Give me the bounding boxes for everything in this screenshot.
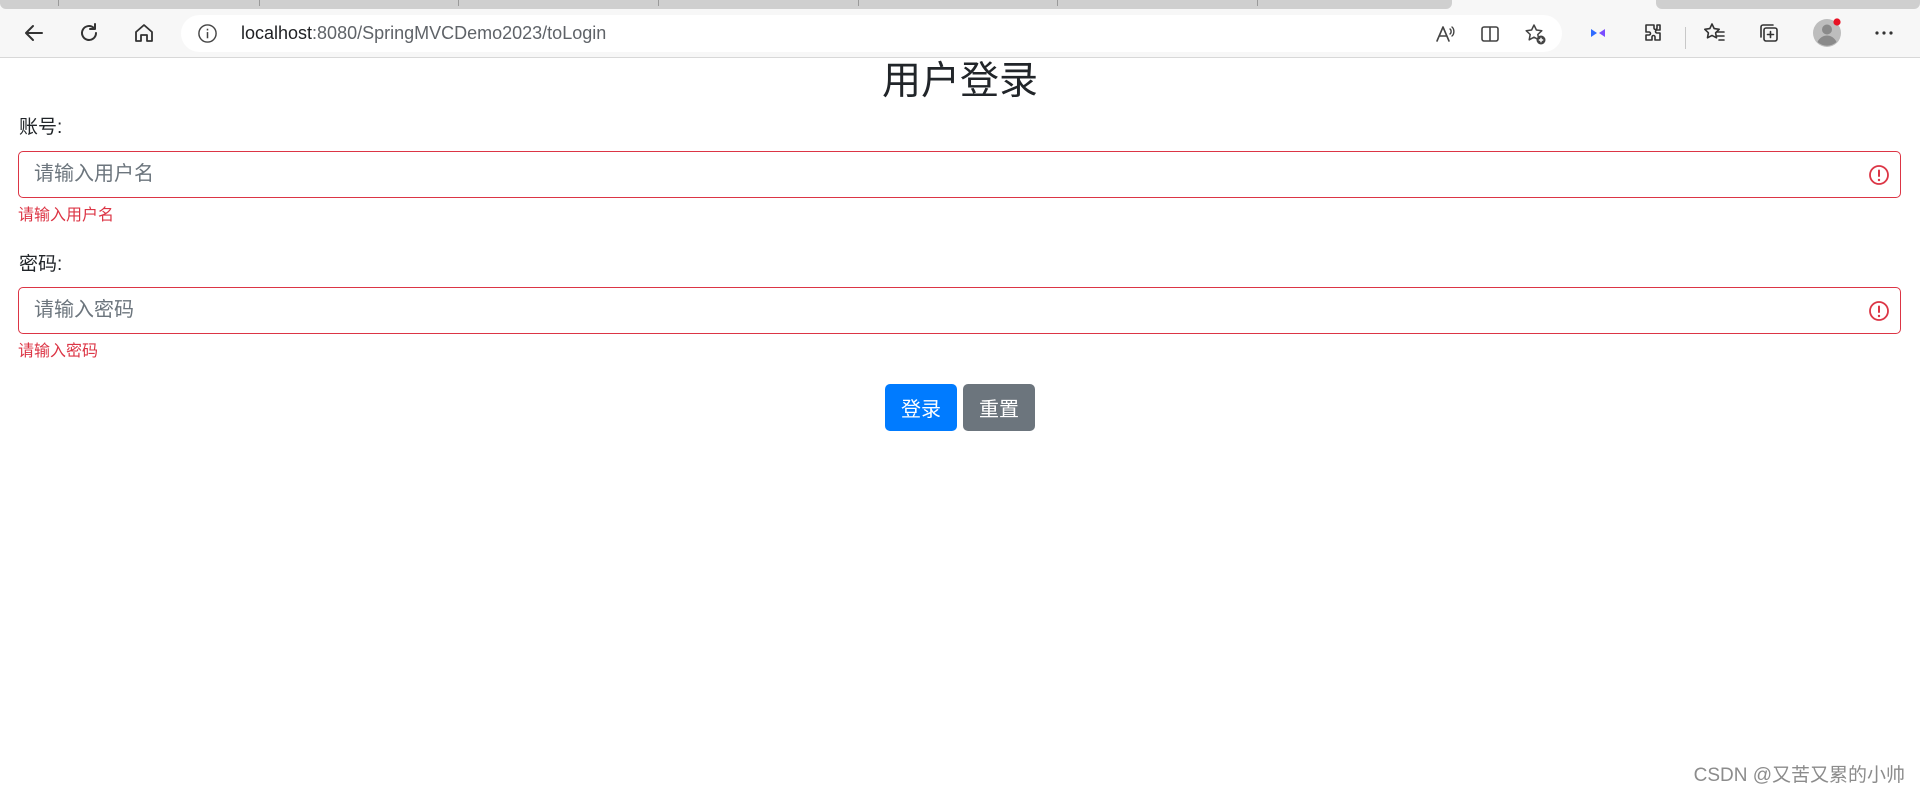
tab-separator	[858, 0, 859, 6]
password-field[interactable]	[18, 287, 1901, 334]
tab-separator	[1057, 0, 1058, 6]
username-input[interactable]	[19, 152, 1854, 197]
page-title: 用户登录	[881, 60, 1038, 103]
back-icon	[25, 25, 43, 41]
site-info-icon[interactable]	[197, 23, 218, 44]
tab-separator	[1257, 0, 1258, 6]
read-aloud-icon	[1436, 26, 1455, 42]
username-label: 账号:	[19, 117, 63, 138]
favorites-icon	[1704, 23, 1725, 41]
collections-button[interactable]	[1751, 15, 1787, 51]
invalid-icon	[1869, 165, 1889, 185]
address-bar[interactable]: localhost:8080/SpringMVCDemo2023/toLogin	[181, 15, 1562, 52]
refresh-icon	[81, 23, 97, 41]
profile-button[interactable]	[1809, 15, 1845, 51]
login-page: 用户登录 账号: 请输入用户名 密码: 请输入密码 登录 重置 CSDN @又苦…	[0, 58, 1920, 797]
url-host: localhost	[241, 23, 313, 43]
back-button[interactable]	[16, 15, 52, 51]
add-favorite-icon	[1525, 24, 1546, 45]
more-button[interactable]	[1866, 15, 1902, 51]
password-input[interactable]	[19, 288, 1854, 333]
extension-colored-button[interactable]	[1580, 15, 1616, 51]
username-field[interactable]	[18, 151, 1901, 198]
username-error: 请输入用户名	[18, 207, 115, 224]
reset-button[interactable]: 重置	[963, 384, 1035, 431]
split-screen-icon	[1481, 26, 1499, 42]
watermark: CSDN @又苦又累的小帅	[1693, 765, 1905, 786]
home-button[interactable]	[126, 15, 162, 51]
tab-separator	[658, 0, 659, 6]
favorites-button[interactable]	[1696, 15, 1732, 51]
login-button[interactable]: 登录	[885, 384, 957, 431]
extensions-icon	[1645, 24, 1661, 41]
toolbar-divider	[1685, 27, 1686, 49]
tab-separator	[458, 0, 459, 6]
split-screen-button[interactable]	[1478, 22, 1502, 46]
invalid-icon	[1869, 301, 1889, 321]
read-aloud-button[interactable]	[1433, 22, 1457, 46]
password-label: 密码:	[19, 254, 63, 275]
tab-separator	[58, 0, 59, 6]
profile-icon	[1813, 18, 1841, 47]
tab-strip	[0, 0, 1920, 9]
tab-right[interactable]	[1656, 0, 1920, 9]
more-icon	[1875, 31, 1893, 35]
add-favorite-button[interactable]	[1523, 22, 1547, 46]
tab-separator	[259, 0, 260, 6]
refresh-button[interactable]	[71, 15, 107, 51]
url-path: :8080/SpringMVCDemo2023/toLogin	[312, 23, 607, 43]
extensions-button[interactable]	[1635, 15, 1671, 51]
collections-icon	[1760, 24, 1778, 42]
url-text[interactable]: localhost:8080/SpringMVCDemo2023/toLogin	[241, 15, 606, 52]
password-error: 请输入密码	[18, 343, 99, 360]
extension-colored-icon	[1591, 29, 1605, 37]
browser-toolbar: localhost:8080/SpringMVCDemo2023/toLogin	[0, 9, 1920, 58]
home-icon	[135, 24, 153, 42]
tab-group[interactable]	[0, 0, 1452, 9]
